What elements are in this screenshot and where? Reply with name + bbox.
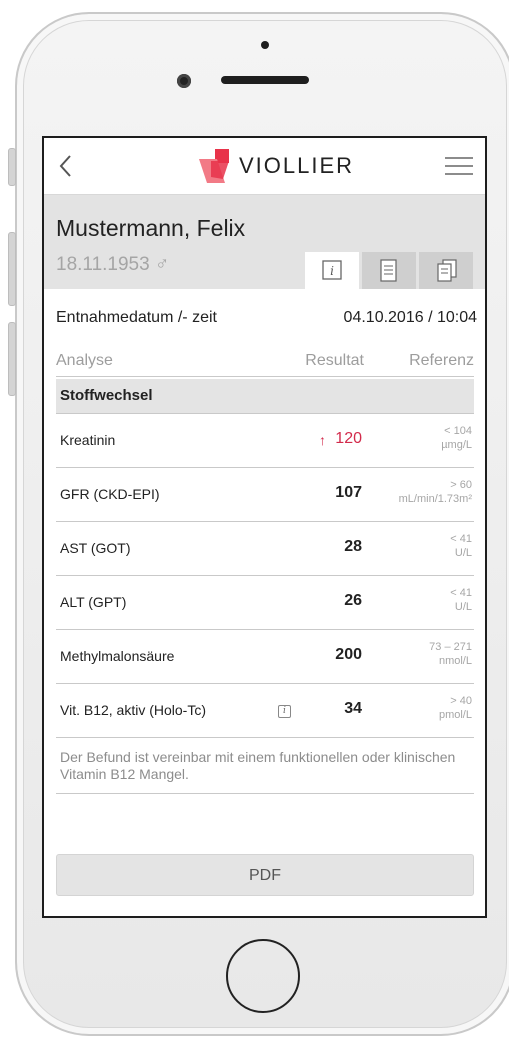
analyte-name: ALT (GPT): [60, 594, 127, 610]
volume-up-button: [8, 232, 16, 306]
section-header: Stoffwechsel: [56, 379, 474, 414]
patient-birthdate: 18.11.1953 ♂: [56, 254, 170, 275]
reference-range: < 41 U/L: [450, 586, 472, 614]
reference-limit: > 40: [450, 695, 472, 707]
patient-header: Mustermann, Felix 18.11.1953 ♂ i: [44, 195, 485, 289]
app-screen: VIOLLIER Mustermann, Felix 18.11.1953 ♂ …: [42, 136, 487, 918]
reference-unit: pmol/L: [438, 709, 472, 721]
back-chevron-icon[interactable]: [56, 152, 76, 180]
result-value: 26: [344, 592, 362, 609]
reference-unit: µmg/L: [441, 439, 472, 451]
collection-date-value: 04.10.2016 / 10:04: [343, 309, 477, 326]
divider: [56, 793, 474, 794]
reference-range: < 104 µmg/L: [441, 424, 472, 452]
finding-comment: Der Befund ist vereinbar mit einem funkt…: [60, 749, 456, 782]
info-icon[interactable]: i: [278, 705, 291, 718]
table-header: Analyse Resultat Referenz: [56, 352, 474, 377]
home-button[interactable]: [226, 939, 300, 1013]
tab-info[interactable]: i: [305, 252, 359, 289]
reference-unit: nmol/L: [438, 655, 472, 667]
earpiece-speaker: [221, 76, 309, 84]
patient-name: Mustermann, Felix: [56, 215, 246, 241]
mute-switch: [8, 148, 16, 186]
reference-range: < 41 U/L: [450, 532, 472, 560]
reference-limit: < 41: [450, 533, 472, 545]
reference-limit: 73 – 271: [429, 641, 472, 653]
analyte-name: AST (GOT): [60, 540, 131, 556]
pdf-button[interactable]: PDF: [56, 854, 474, 896]
analyte-name: GFR (CKD-EPI): [60, 486, 160, 502]
table-row[interactable]: Vit. B12, aktiv (Holo-Tc) i 34 > 40 pmol…: [56, 684, 474, 738]
reference-unit: mL/min/1.73m²: [398, 493, 472, 505]
documents-stack-icon: [437, 259, 457, 282]
analyte-name: Vit. B12, aktiv (Holo-Tc): [60, 702, 207, 718]
volume-down-button: [8, 322, 16, 396]
column-resultat: Resultat: [305, 352, 364, 369]
collection-date-row: Entnahmedatum /- zeit 04.10.2016 / 10:04: [56, 309, 477, 327]
result-value: 34: [344, 700, 362, 717]
navigation-bar: VIOLLIER: [44, 138, 485, 195]
result-value: 200: [335, 646, 362, 663]
high-flag-icon: ↑: [319, 432, 326, 448]
viollier-logo: VIOLLIER: [199, 148, 354, 184]
column-referenz: Referenz: [409, 352, 474, 369]
logo-text: VIOLLIER: [239, 153, 355, 178]
reference-range: > 40 pmol/L: [439, 694, 472, 722]
reference-limit: < 104: [444, 425, 472, 437]
table-row[interactable]: ALT (GPT) 26 < 41 U/L: [56, 576, 474, 630]
result-value: 120: [335, 430, 362, 447]
hamburger-menu-icon[interactable]: [445, 156, 473, 176]
result-value: 107: [335, 484, 362, 501]
reference-range: > 60 mL/min/1.73m²: [399, 478, 472, 506]
document-icon: [380, 259, 397, 282]
table-row[interactable]: AST (GOT) 28 < 41 U/L: [56, 522, 474, 576]
analyte-name: Methylmalonsäure: [60, 648, 175, 664]
svg-text:i: i: [330, 264, 334, 278]
proximity-sensor: [261, 41, 269, 49]
reference-unit: U/L: [454, 601, 472, 613]
collection-date-label: Entnahmedatum /- zeit: [56, 309, 217, 326]
front-camera: [177, 74, 191, 88]
table-row[interactable]: GFR (CKD-EPI) 107 > 60 mL/min/1.73m²: [56, 468, 474, 522]
reference-range: 73 – 271 nmol/L: [429, 640, 472, 668]
viollier-logo-mark: [199, 149, 229, 183]
tab-documents[interactable]: [419, 252, 473, 289]
reference-limit: < 41: [450, 587, 472, 599]
table-row[interactable]: Methylmalonsäure 200 73 – 271 nmol/L: [56, 630, 474, 684]
reference-limit: > 60: [450, 479, 472, 491]
tab-report[interactable]: [362, 252, 416, 289]
column-analyse: Analyse: [56, 352, 113, 369]
result-value: 28: [344, 538, 362, 555]
info-icon: i: [322, 260, 342, 280]
analyte-name: Kreatinin: [60, 432, 116, 448]
table-row[interactable]: Kreatinin ↑ 120 < 104 µmg/L: [56, 414, 474, 468]
reference-unit: U/L: [454, 547, 472, 559]
